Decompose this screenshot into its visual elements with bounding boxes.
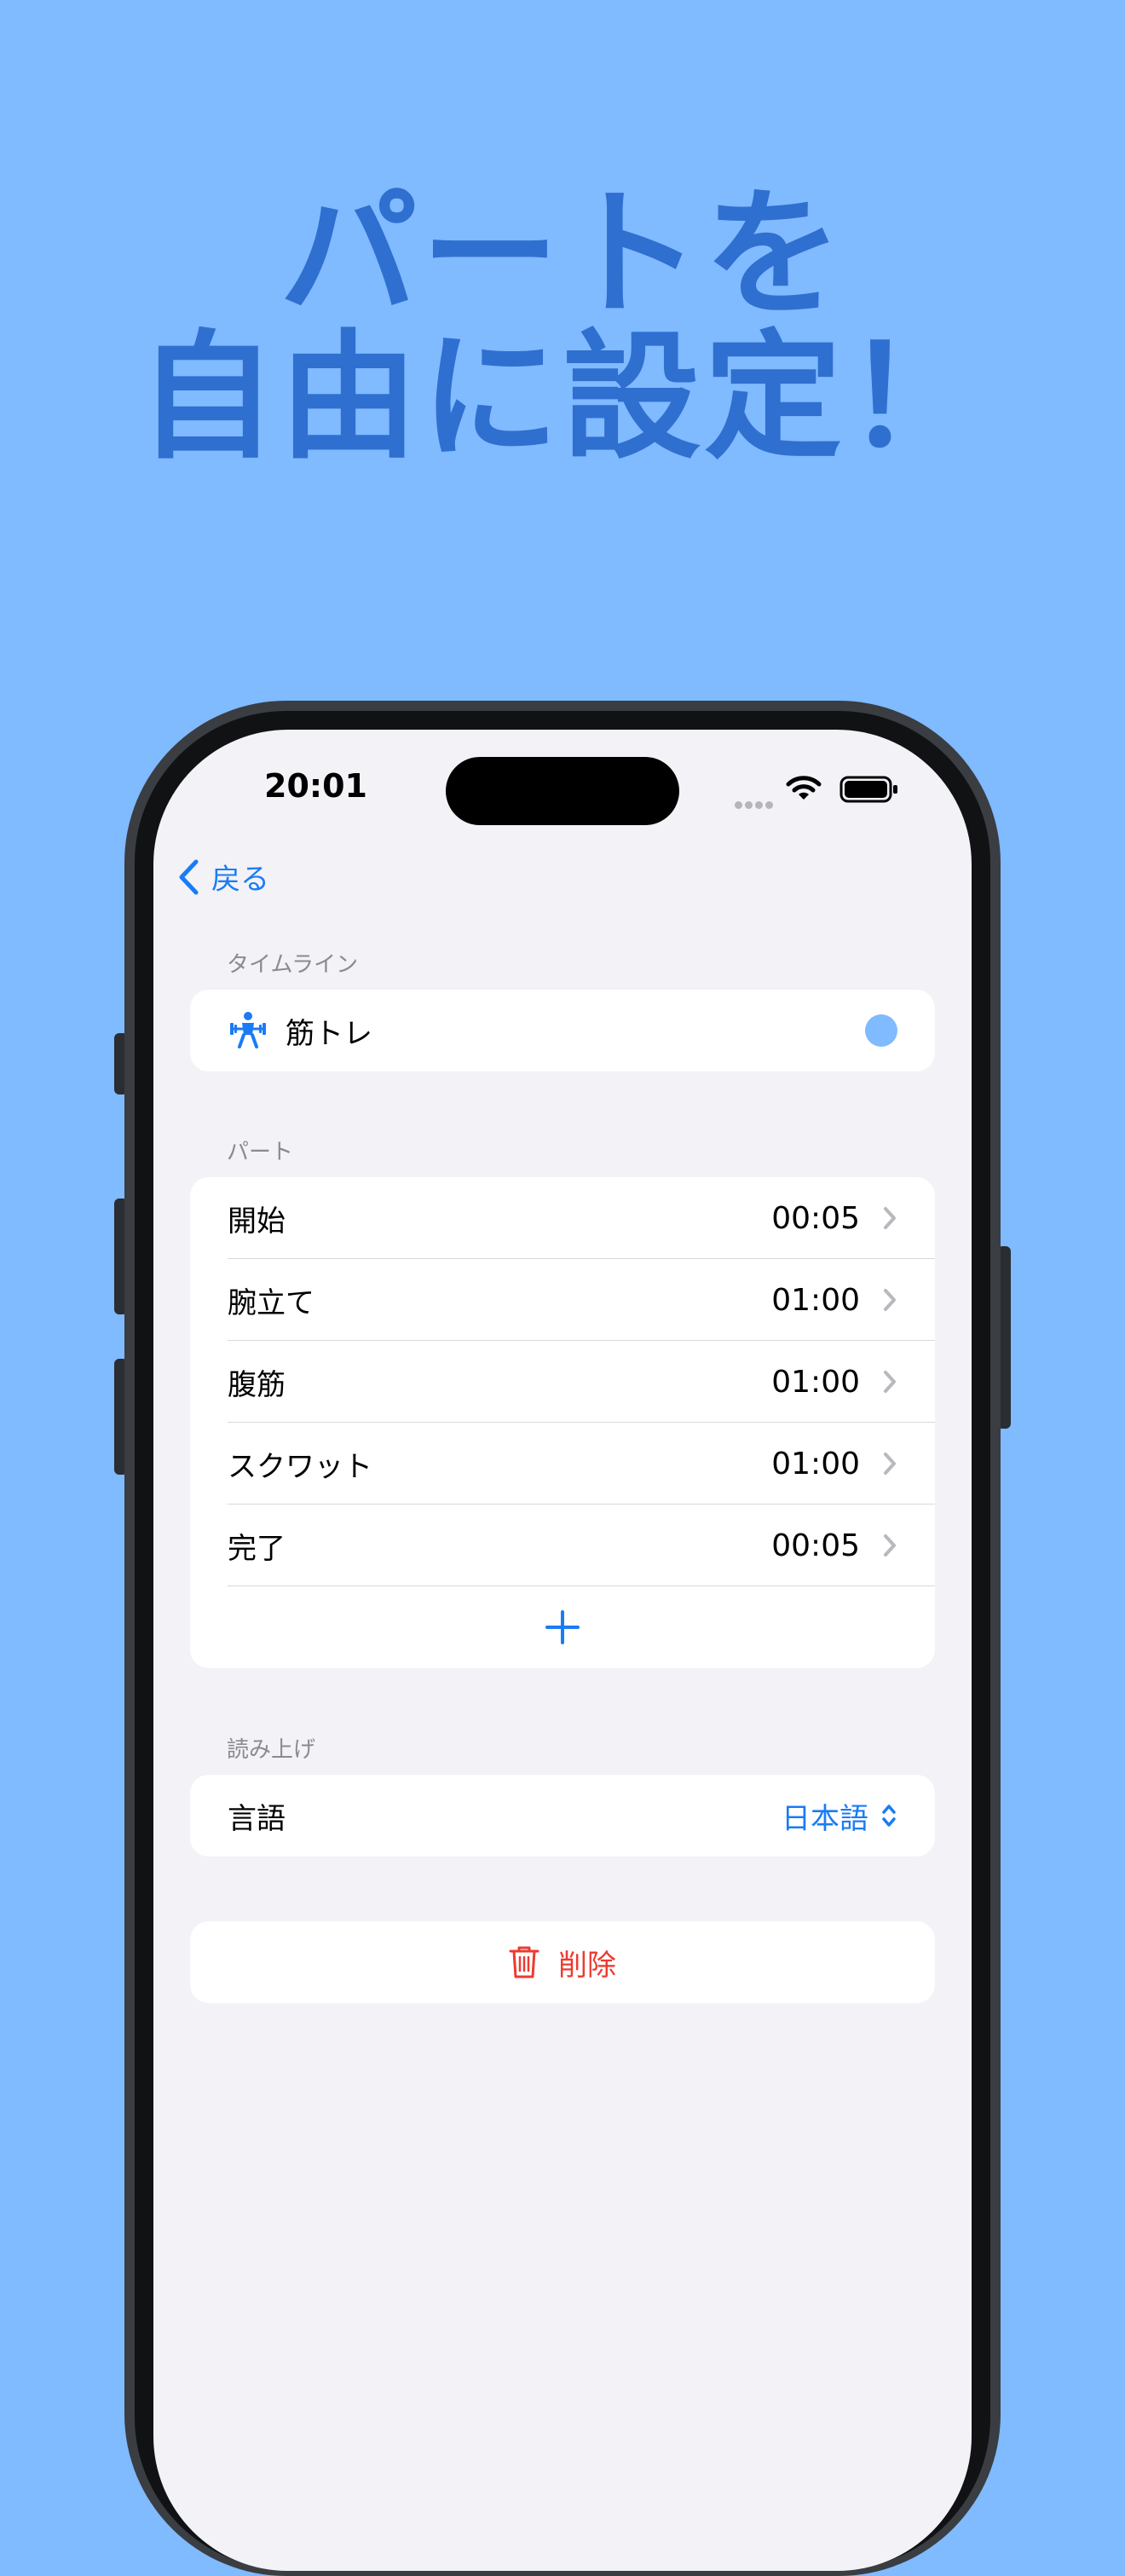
headline-line-1: パートを [280,175,845,335]
part-duration: 01:00 [771,1446,860,1481]
part-duration: 00:05 [771,1528,860,1563]
delete-label: 削除 [558,1948,616,1983]
chevron-right-icon [884,1207,896,1229]
part-duration: 00:05 [771,1200,860,1236]
timeline-section-header: タイムライン [227,952,359,978]
part-row-start[interactable]: 開始 00:05 [190,1177,935,1259]
chevron-up-down-icon [882,1805,896,1827]
timeline-card: 筋トレ [190,990,935,1071]
part-row-situps[interactable]: 腹筋 01:00 [190,1341,935,1423]
phone-screen: 20:01 戻る タイムライン 筋トレ パート 開始 00:05 腕立て 01:… [153,730,972,2571]
speech-section-header: 読み上げ [227,1737,316,1763]
headline: パートを 自由に設定！ [0,183,1125,470]
speech-card: 言語 日本語 [190,1775,935,1857]
plus-icon [545,1610,580,1644]
back-label: 戻る [211,863,269,897]
trash-icon [509,1946,539,1978]
back-button[interactable]: 戻る [177,856,269,898]
part-label: 腹筋 [228,1367,286,1402]
parts-section-header: パート [227,1140,294,1165]
part-row-squats[interactable]: スクワット 01:00 [190,1423,935,1505]
timeline-item[interactable]: 筋トレ [190,990,935,1071]
parts-card: 開始 00:05 腕立て 01:00 腹筋 01:00 スクワット 01:00 … [190,1177,935,1668]
language-value[interactable]: 日本語 [782,1795,868,1837]
weightlifting-icon [230,1012,266,1048]
part-row-finish[interactable]: 完了 00:05 [190,1505,935,1586]
delete-card: 削除 [190,1921,935,2003]
language-row[interactable]: 言語 日本語 [190,1775,935,1857]
timeline-name: 筋トレ [286,1016,372,1051]
cellular-signal-icon [735,796,776,812]
chevron-right-icon [884,1289,896,1311]
status-time: 20:01 [264,767,367,805]
timeline-color-dot[interactable] [865,1014,897,1047]
part-duration: 01:00 [771,1282,860,1318]
part-label: 腕立て [228,1285,314,1320]
dynamic-island [446,757,679,825]
part-label: 完了 [228,1531,286,1566]
chevron-right-icon [884,1371,896,1393]
language-label: 言語 [228,1801,286,1836]
part-label: スクワット [228,1449,372,1484]
part-duration: 01:00 [771,1364,860,1400]
battery-icon [839,776,899,806]
headline-line-2: 自由に設定！ [138,318,987,478]
wifi-icon [786,774,822,806]
delete-button[interactable]: 削除 [190,1921,935,2003]
chevron-left-icon [179,859,199,894]
chevron-right-icon [884,1453,896,1475]
part-row-pushups[interactable]: 腕立て 01:00 [190,1259,935,1341]
add-part-button[interactable] [190,1586,935,1668]
part-label: 開始 [228,1204,286,1239]
chevron-right-icon [884,1534,896,1557]
